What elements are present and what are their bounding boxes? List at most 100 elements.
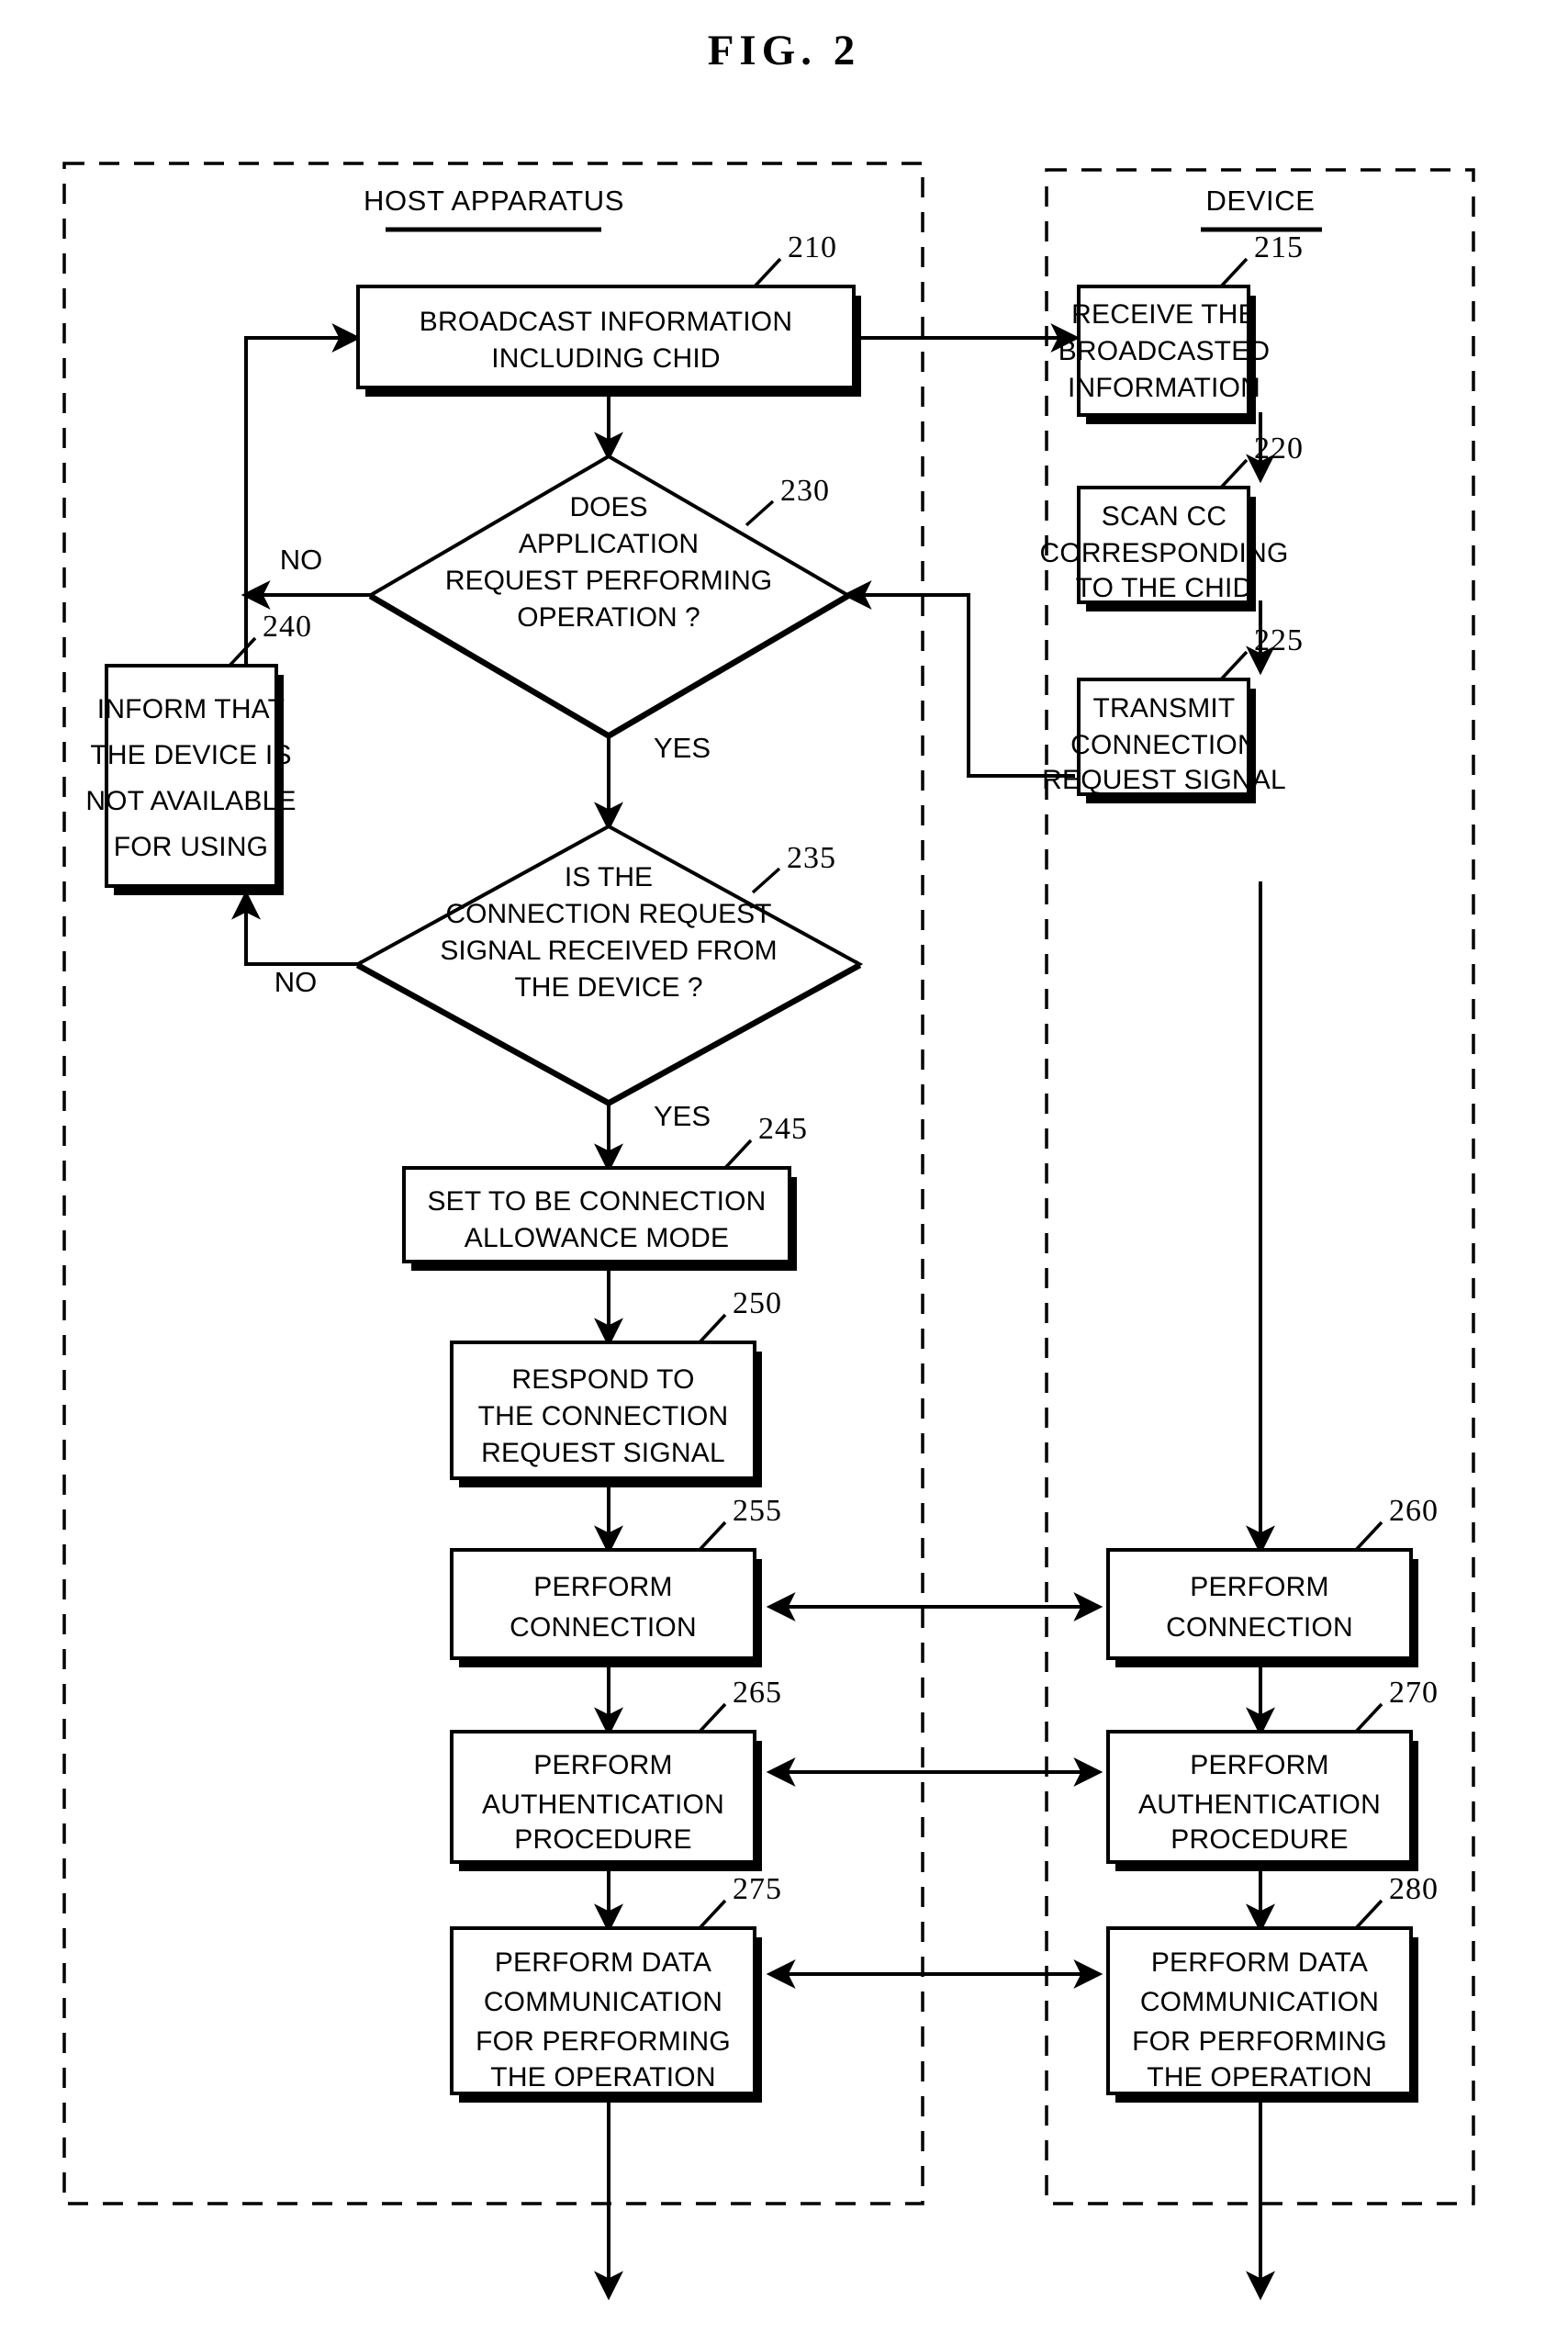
node-260-line-1: PERFORM [1190, 1572, 1328, 1602]
node-265-line-3: PROCEDURE [514, 1824, 692, 1855]
node-255-line-2: CONNECTION [510, 1612, 697, 1643]
node-240-line-4: FOR USING [114, 832, 268, 862]
node-245-line-1: SET TO BE CONNECTION [427, 1186, 766, 1217]
node-280-line-2: COMMUNICATION [1140, 1987, 1379, 2017]
branch-label-no-230: NO [280, 544, 323, 576]
node-225-line-1: TRANSMIT [1093, 693, 1236, 724]
node-210[interactable]: BROADCAST INFORMATION INCLUDING CHID 210 [356, 230, 861, 397]
node-270-line-1: PERFORM [1190, 1750, 1328, 1780]
node-220-line-2: CORRESPONDING [1040, 538, 1289, 568]
node-260-ref: 260 [1389, 1494, 1439, 1528]
node-270[interactable]: PERFORM AUTHENTICATION PROCEDURE 270 [1106, 1676, 1439, 1871]
node-215-line-2: BROADCASTED [1058, 336, 1271, 366]
node-225-line-3: REQUEST SIGNAL [1042, 765, 1286, 795]
flowchart-canvas: HOST APPARATUS DEVICE BROADCAST INFORMAT… [62, 162, 1475, 2301]
node-275-line-1: PERFORM DATA [495, 1947, 711, 1978]
node-240-leader [228, 636, 257, 668]
node-235-line-1: IS THE [565, 862, 653, 892]
node-220-line-3: TO THE CHID [1076, 573, 1253, 603]
node-225-line-2: CONNECTION [1070, 730, 1258, 760]
node-280[interactable]: PERFORM DATA COMMUNICATION FOR PERFORMIN… [1106, 1872, 1439, 2103]
node-240-line-1: INFORM THAT [97, 694, 285, 724]
node-235-ref: 235 [787, 841, 836, 875]
node-220-ref: 220 [1254, 432, 1304, 466]
node-220-leader [1219, 458, 1249, 489]
node-215-ref: 215 [1254, 230, 1304, 264]
node-230-line-4: OPERATION ? [517, 602, 700, 633]
node-210-line-1: BROADCAST INFORMATION [420, 307, 792, 337]
node-255-leader [698, 1520, 727, 1552]
node-270-ref: 270 [1389, 1676, 1439, 1710]
node-245-leader [723, 1139, 753, 1170]
node-280-line-3: FOR PERFORMING [1132, 2026, 1387, 2057]
branch-label-yes-235: YES [654, 1100, 711, 1132]
node-225[interactable]: TRANSMIT CONNECTION REQUEST SIGNAL 225 [1042, 623, 1304, 803]
node-250-line-2: THE CONNECTION [478, 1401, 729, 1431]
node-275-line-3: FOR PERFORMING [476, 2026, 731, 2057]
node-270-line-3: PROCEDURE [1170, 1824, 1349, 1855]
branch-label-no-235: NO [274, 966, 318, 998]
node-275-leader [698, 1899, 727, 1930]
node-270-leader [1354, 1702, 1383, 1734]
node-275-ref: 275 [733, 1872, 782, 1906]
node-280-ref: 280 [1389, 1872, 1439, 1906]
node-210-ref: 210 [788, 230, 837, 264]
node-240-ref: 240 [263, 610, 312, 644]
node-235[interactable]: IS THE CONNECTION REQUEST SIGNAL RECEIVE… [353, 824, 864, 1107]
node-275-line-4: THE OPERATION [490, 2062, 715, 2093]
node-215-leader [1219, 257, 1249, 288]
node-235-leader [751, 867, 781, 894]
connector-235-no-to-240 [231, 890, 358, 966]
node-230-ref: 230 [780, 474, 830, 508]
node-245-line-2: ALLOWANCE MODE [465, 1223, 729, 1253]
node-250-ref: 250 [733, 1286, 782, 1320]
node-215[interactable]: RECEIVE THE BROADCASTED INFORMATION 215 [1058, 230, 1304, 424]
node-260-leader [1354, 1520, 1383, 1552]
node-280-line-1: PERFORM DATA [1151, 1947, 1368, 1978]
node-265-line-2: AUTHENTICATION [482, 1790, 724, 1820]
node-265-line-1: PERFORM [533, 1750, 672, 1780]
node-235-line-4: THE DEVICE ? [514, 972, 702, 1003]
branch-label-yes-230: YES [654, 732, 711, 764]
node-220[interactable]: SCAN CC CORRESPONDING TO THE CHID 220 [1040, 432, 1304, 611]
node-240[interactable]: INFORM THAT THE DEVICE IS NOT AVAILABLE … [85, 610, 312, 895]
node-230[interactable]: DOES APPLICATION REQUEST PERFORMING OPER… [367, 454, 851, 740]
node-260[interactable]: PERFORM CONNECTION 260 [1106, 1494, 1439, 1667]
node-225-leader [1219, 650, 1249, 681]
node-230-line-1: DOES [569, 492, 647, 522]
node-255-line-1: PERFORM [533, 1572, 672, 1602]
node-250-line-3: REQUEST SIGNAL [481, 1438, 725, 1468]
node-220-line-1: SCAN CC [1102, 501, 1226, 532]
node-210-line-2: INCLUDING CHID [491, 343, 720, 374]
node-255[interactable]: PERFORM CONNECTION 255 [450, 1494, 782, 1667]
node-245[interactable]: SET TO BE CONNECTION ALLOWANCE MODE 245 [402, 1112, 808, 1271]
node-250[interactable]: RESPOND TO THE CONNECTION REQUEST SIGNAL… [450, 1286, 782, 1487]
node-235-line-2: CONNECTION REQUEST [445, 899, 771, 929]
panel-title-device: DEVICE [1205, 185, 1315, 217]
connector-225-to-230 [842, 580, 1075, 778]
node-245-ref: 245 [758, 1112, 808, 1146]
node-250-leader [698, 1313, 727, 1344]
node-210-leader [753, 257, 782, 288]
node-240-line-3: NOT AVAILABLE [85, 786, 296, 816]
node-235-line-3: SIGNAL RECEIVED FROM [440, 936, 777, 966]
node-255-ref: 255 [733, 1494, 782, 1528]
node-230-line-3: REQUEST PERFORMING [445, 566, 772, 596]
node-250-line-1: RESPOND TO [511, 1364, 694, 1395]
node-275-line-2: COMMUNICATION [484, 1987, 722, 2017]
node-265[interactable]: PERFORM AUTHENTICATION PROCEDURE 265 [450, 1676, 782, 1871]
node-275[interactable]: PERFORM DATA COMMUNICATION FOR PERFORMIN… [450, 1872, 782, 2103]
node-240-line-2: THE DEVICE IS [90, 740, 291, 770]
node-230-line-2: APPLICATION [519, 529, 699, 559]
node-280-line-4: THE OPERATION [1147, 2062, 1372, 2093]
node-270-line-2: AUTHENTICATION [1138, 1790, 1381, 1820]
node-260-line-2: CONNECTION [1166, 1612, 1353, 1643]
node-215-line-1: RECEIVE THE [1071, 299, 1257, 330]
panel-title-host: HOST APPARATUS [364, 185, 624, 217]
node-265-ref: 265 [733, 1676, 782, 1710]
node-265-leader [698, 1702, 727, 1734]
node-280-leader [1354, 1899, 1383, 1930]
node-225-ref: 225 [1254, 623, 1304, 657]
node-215-line-3: INFORMATION [1068, 373, 1260, 403]
node-230-leader [745, 499, 775, 527]
